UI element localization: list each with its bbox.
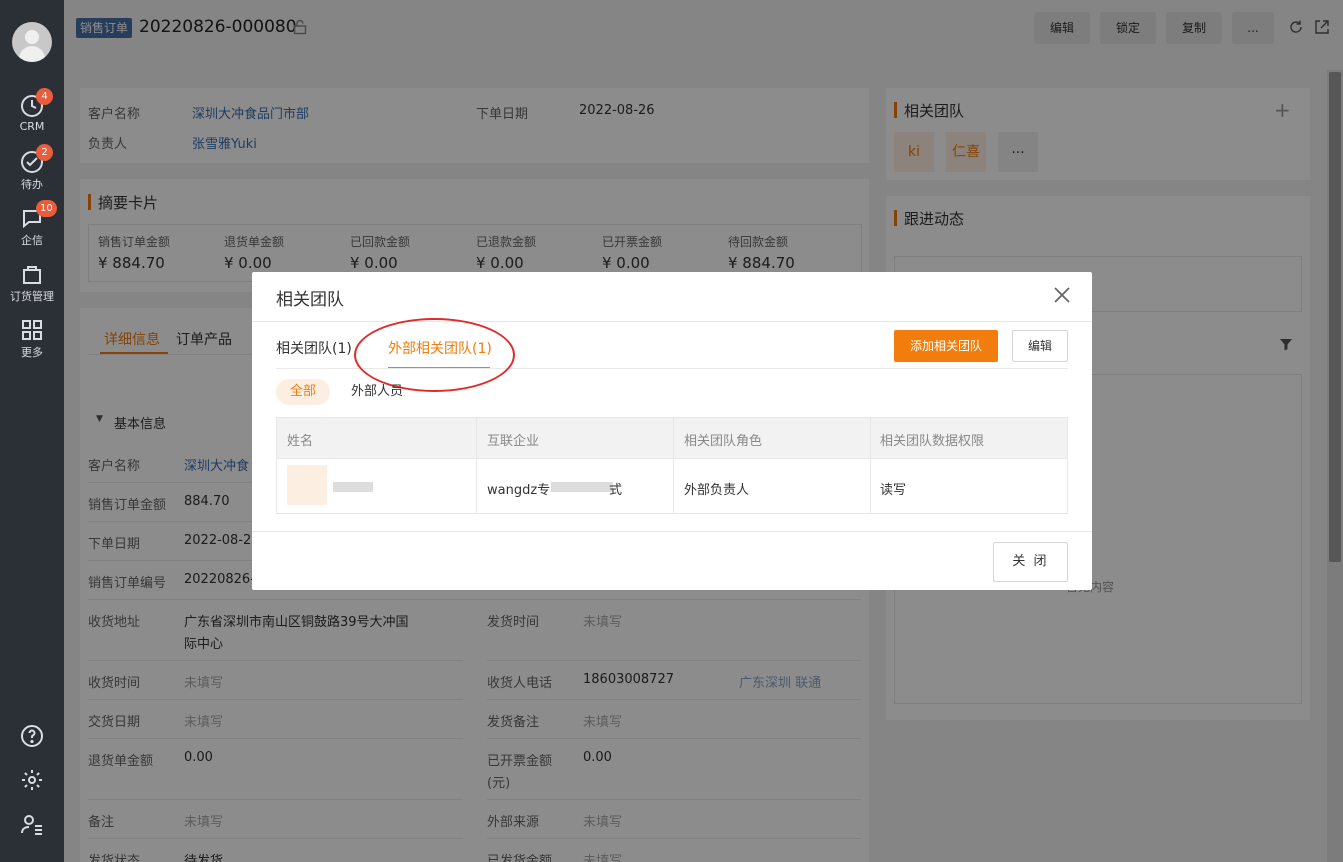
permission-cell: 读写 <box>880 483 907 498</box>
redacted-company <box>551 482 613 492</box>
nav-label: 订货管理 <box>10 290 54 303</box>
left-nav-rail: CRM 4 待办 2 企信 10 订货管理 更多 <box>0 0 64 862</box>
team-table: 姓名 互联企业 相关团队角色 相关团队数据权限 wangdz专 式 外部负责人 … <box>276 417 1068 514</box>
filter-external[interactable]: 外部人员 <box>337 379 417 405</box>
column-header: 相关团队角色 <box>684 434 763 449</box>
dialog-title: 相关团队 <box>276 290 344 310</box>
user-list-icon[interactable] <box>20 812 44 836</box>
edit-button[interactable]: 编辑 <box>1012 330 1068 362</box>
nav-item-orders[interactable]: 订货管理 <box>0 262 64 304</box>
settings-gear-icon[interactable] <box>20 768 44 792</box>
close-icon[interactable] <box>1050 283 1074 307</box>
role-cell: 外部负责人 <box>684 483 750 498</box>
company-cell: wangdz专 <box>487 483 551 498</box>
notification-badge: 10 <box>36 200 57 217</box>
nav-label: 待办 <box>21 178 43 191</box>
nav-label: 企信 <box>21 234 43 247</box>
column-header: 姓名 <box>287 434 314 449</box>
nav-item-todo[interactable]: 待办 2 <box>0 144 64 192</box>
tab-related-team[interactable]: 相关团队(1) <box>276 338 352 358</box>
nav-label: 更多 <box>21 346 43 359</box>
nav-label: CRM <box>19 120 45 133</box>
bag-icon <box>23 266 41 284</box>
help-icon[interactable] <box>20 724 44 748</box>
member-avatar <box>287 465 327 505</box>
notification-badge: 2 <box>36 144 53 161</box>
filter-all[interactable]: 全部 <box>276 379 331 405</box>
nav-item-more[interactable]: 更多 <box>0 318 64 360</box>
related-team-dialog: 相关团队 相关团队(1) 外部相关团队(1) 添加相关团队 编辑 全部 外部人员… <box>252 272 1092 590</box>
notification-badge: 4 <box>36 88 53 105</box>
column-header: 互联企业 <box>487 434 540 449</box>
add-related-team-button[interactable]: 添加相关团队 <box>894 330 998 362</box>
user-avatar[interactable] <box>12 22 52 62</box>
nav-item-chat[interactable]: 企信 10 <box>0 200 64 248</box>
nav-item-crm[interactable]: CRM 4 <box>0 88 64 133</box>
close-button[interactable]: 关 闭 <box>993 542 1068 582</box>
column-header: 相关团队数据权限 <box>880 434 985 449</box>
grid-icon <box>22 320 42 340</box>
redacted-name <box>333 482 373 492</box>
company-cell-tail: 式 <box>609 483 623 498</box>
